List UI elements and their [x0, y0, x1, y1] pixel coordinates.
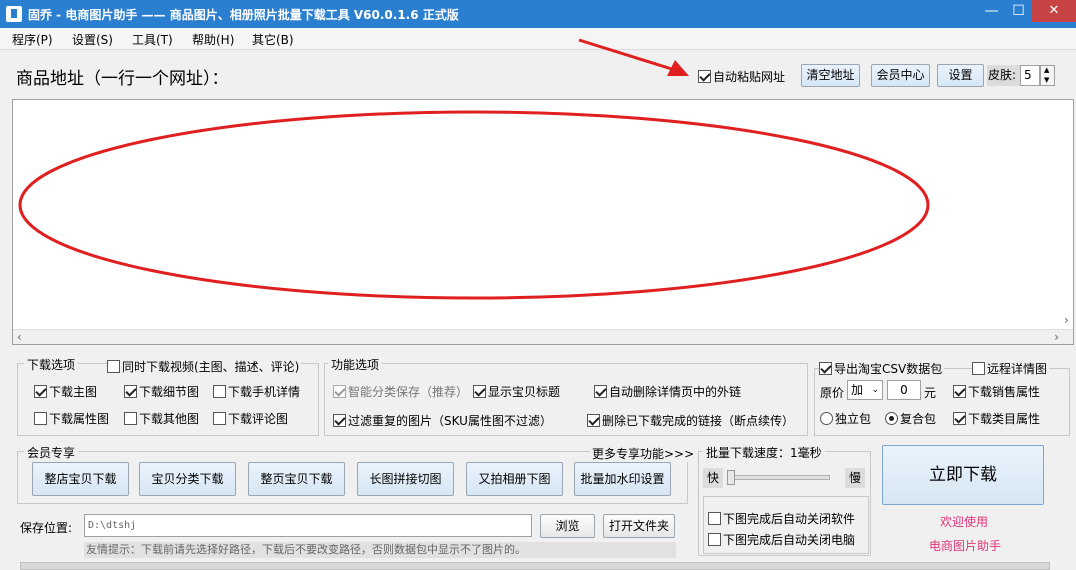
download-review-checkbox[interactable]: 下载评论图 — [213, 410, 288, 427]
status-bar — [20, 562, 1050, 570]
price-label: 原价 — [820, 386, 845, 400]
settings-button[interactable]: 设置 — [937, 64, 984, 87]
smart-save-checkbox: 智能分类保存（推荐） — [333, 383, 468, 400]
filter-duplicates-checkbox[interactable]: 过滤重复的图片（SKU属性图不过滤） — [333, 412, 552, 429]
speed-slider[interactable] — [727, 470, 830, 485]
scroll-left-icon[interactable]: ‹ — [17, 330, 22, 344]
hint-text: 友情提示：下载前请先选择好路径，下载后不要改变路径，否则数据包中显示不了图片的。 — [84, 542, 676, 558]
maximize-button[interactable]: ☐ — [1005, 0, 1032, 22]
download-detail-checkbox[interactable]: 下载细节图 — [124, 383, 199, 400]
upai-album-button[interactable]: 又拍相册下图 — [466, 462, 563, 496]
checkbox-icon — [972, 362, 985, 375]
remote-detail-checkbox[interactable]: 远程详情图 — [972, 360, 1050, 377]
menu-other[interactable]: 其它(B) — [252, 31, 294, 48]
checkbox-icon — [708, 533, 721, 546]
radio-icon — [885, 412, 898, 425]
chevron-down-icon: ⌄ — [871, 385, 879, 395]
checkbox-icon — [34, 385, 47, 398]
standalone-radio[interactable]: 独立包 — [820, 410, 871, 427]
long-image-button[interactable]: 长图拼接切图 — [357, 462, 454, 496]
auto-paste-checkbox[interactable]: 自动粘贴网址 — [698, 68, 785, 85]
checkbox-icon — [698, 70, 711, 83]
checkbox-icon — [587, 414, 600, 427]
minimize-button[interactable]: — — [978, 0, 1005, 22]
download-other-checkbox[interactable]: 下载其他图 — [124, 410, 199, 427]
clear-urls-button[interactable]: 清空地址 — [801, 64, 860, 87]
checkbox-icon — [473, 385, 486, 398]
checkbox-icon — [333, 385, 346, 398]
menu-bar: 程序(P) 设置(S) 工具(T) 帮助(H) 其它(B) — [0, 28, 1076, 50]
composite-radio[interactable]: 复合包 — [885, 410, 936, 427]
batch-watermark-button[interactable]: 批量加水印设置 — [574, 462, 671, 496]
download-now-button[interactable]: 立即下载 — [882, 445, 1044, 505]
auto-shutdown-checkbox[interactable]: 下图完成后自动关闭电脑 — [708, 531, 855, 548]
price-operator-select[interactable]: 加 ⌄ — [847, 380, 883, 400]
save-path-input[interactable]: D:\dtshj — [84, 514, 532, 537]
checkbox-icon — [819, 362, 832, 375]
checkbox-icon — [594, 385, 607, 398]
checkbox-icon — [213, 385, 226, 398]
show-title-checkbox[interactable]: 显示宝贝标题 — [473, 383, 560, 400]
speed-slow-label: 慢 — [845, 468, 865, 488]
checkbox-icon — [34, 412, 47, 425]
page-download-button[interactable]: 整页宝贝下载 — [248, 462, 345, 496]
checkbox-icon — [708, 512, 721, 525]
download-attr-checkbox[interactable]: 下载属性图 — [34, 410, 109, 427]
spin-down-icon[interactable]: ▼ — [1044, 76, 1049, 84]
export-csv-checkbox[interactable]: 导出淘宝CSV数据包 — [819, 360, 945, 377]
price-value-input[interactable]: 0 — [887, 380, 921, 400]
menu-help[interactable]: 帮助(H) — [192, 31, 234, 48]
spin-up-icon[interactable]: ▲ — [1044, 66, 1049, 74]
speed-title: 批量下载速度：1毫秒 — [703, 444, 825, 461]
download-main-checkbox[interactable]: 下载主图 — [34, 383, 97, 400]
skin-label: 皮肤: — [987, 65, 1021, 86]
function-options-title: 功能选项 — [328, 356, 383, 373]
download-mobile-detail-checkbox[interactable]: 下载手机详情 — [213, 383, 300, 400]
save-location-label: 保存位置: — [20, 521, 73, 535]
skin-spinner-value[interactable]: 5 — [1020, 65, 1040, 86]
category-download-button[interactable]: 宝贝分类下载 — [139, 462, 236, 496]
window-title: 固乔 - 电商图片助手 —— 商品图片、相册照片批量下载工具 V60.0.1.6… — [28, 8, 459, 22]
skin-spinner[interactable]: ▲ ▼ — [1040, 65, 1055, 86]
category-attr-checkbox[interactable]: 下载类目属性 — [953, 410, 1040, 427]
delete-finished-links-checkbox[interactable]: 删除已下载完成的链接（断点续传） — [587, 412, 794, 429]
menu-program[interactable]: 程序(P) — [12, 31, 53, 48]
scroll-right-icon[interactable]: › — [1064, 313, 1069, 327]
checkbox-icon — [953, 385, 966, 398]
checkbox-icon — [953, 412, 966, 425]
menu-tools[interactable]: 工具(T) — [132, 31, 173, 48]
more-features-link[interactable]: 更多专享功能>>> — [590, 445, 697, 462]
radio-icon — [820, 412, 833, 425]
browse-button[interactable]: 浏览 — [540, 514, 595, 538]
sales-attr-checkbox[interactable]: 下载销售属性 — [953, 383, 1040, 400]
scroll-right-icon[interactable]: › — [1054, 330, 1059, 344]
checkbox-icon — [124, 412, 137, 425]
speed-fast-label: 快 — [703, 468, 723, 488]
checkbox-icon — [213, 412, 226, 425]
speed-slider-thumb[interactable] — [727, 470, 735, 485]
member-center-button[interactable]: 会员中心 — [871, 64, 930, 87]
title-bar: 固乔 - 电商图片助手 —— 商品图片、相册照片批量下载工具 V60.0.1.6… — [0, 0, 1076, 28]
video-download-checkbox[interactable]: 同时下载视频(主图、描述、评论) — [107, 358, 302, 375]
download-options-title: 下载选项 — [24, 356, 79, 373]
checkbox-icon — [124, 385, 137, 398]
horizontal-scrollbar[interactable]: ‹ › — [13, 329, 1073, 344]
menu-settings[interactable]: 设置(S) — [72, 31, 113, 48]
open-folder-button[interactable]: 打开文件夹 — [603, 514, 675, 538]
annotation-arrow-icon — [578, 38, 689, 76]
close-button[interactable]: ✕ — [1032, 0, 1076, 22]
annotation-ellipse — [18, 110, 930, 300]
price-unit-label: 元 — [924, 386, 937, 400]
remove-external-links-checkbox[interactable]: 自动删除详情页中的外链 — [594, 383, 741, 400]
welcome-text: 欢迎使用 — [940, 515, 989, 529]
member-group-title: 会员专享 — [24, 444, 79, 461]
checkbox-icon — [333, 414, 346, 427]
checkbox-icon — [107, 360, 120, 373]
shop-download-button[interactable]: 整店宝贝下载 — [32, 462, 129, 496]
url-input-label: 商品地址（一行一个网址）： — [16, 69, 229, 89]
auto-close-app-checkbox[interactable]: 下图完成后自动关闭软件 — [708, 510, 855, 527]
app-name-text: 电商图片助手 — [929, 539, 1002, 553]
app-icon — [6, 6, 22, 22]
